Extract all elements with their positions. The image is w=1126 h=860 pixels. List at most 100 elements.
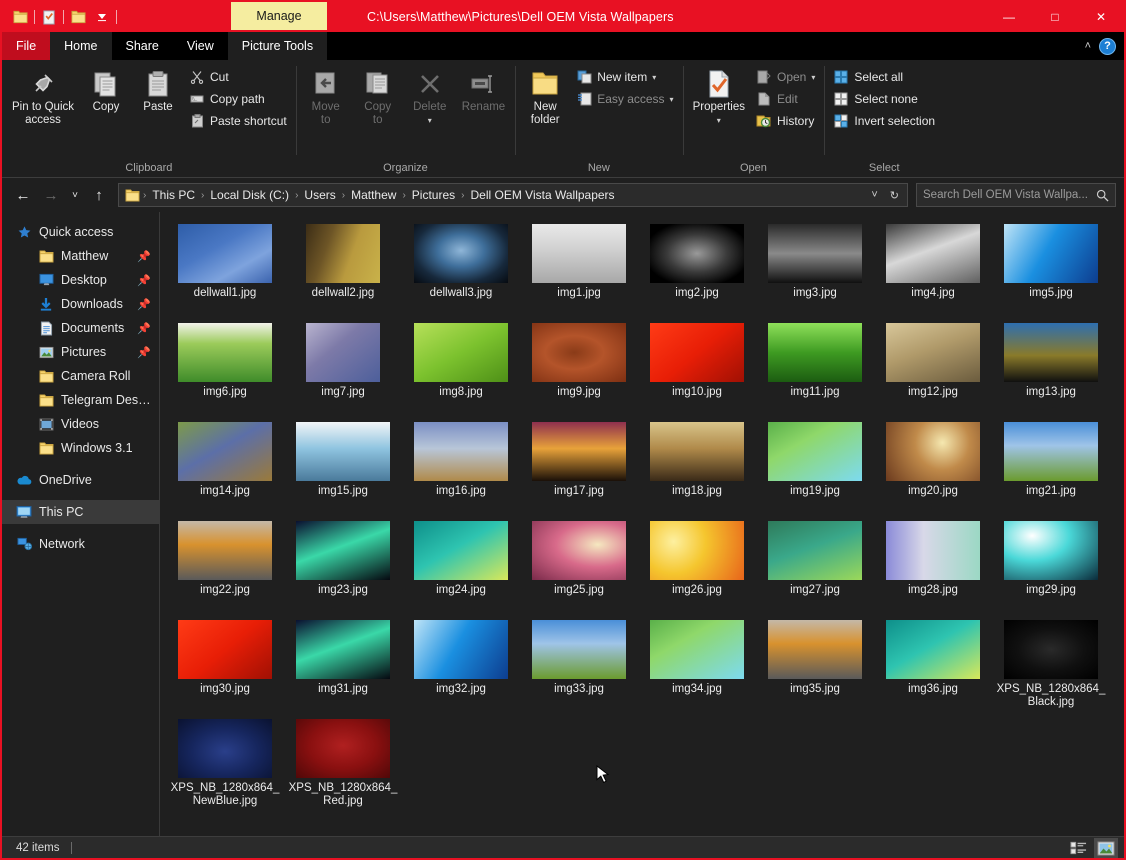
file-thumbnail[interactable] — [532, 620, 626, 679]
breadcrumb-matthew[interactable]: Matthew — [346, 188, 401, 202]
file-item[interactable]: img35.jpg — [756, 616, 874, 715]
breadcrumb-local-disk[interactable]: Local Disk (C:) — [205, 188, 294, 202]
folder-properties-icon[interactable] — [8, 5, 32, 29]
file-thumbnail[interactable] — [414, 521, 508, 580]
file-item[interactable]: img16.jpg — [402, 418, 520, 517]
sidebar-item-windows-3-1[interactable]: Windows 3.1 — [2, 436, 159, 460]
file-thumbnail[interactable] — [414, 323, 508, 382]
file-item[interactable]: img1.jpg — [520, 220, 638, 319]
sidebar-item-matthew[interactable]: Matthew 📌 — [2, 244, 159, 268]
file-thumbnail[interactable] — [178, 719, 272, 778]
file-thumbnail[interactable] — [178, 620, 272, 679]
properties-caret-icon[interactable]: ▾ — [717, 114, 721, 127]
file-thumbnail[interactable] — [532, 323, 626, 382]
pin-icon[interactable]: 📌 — [137, 250, 151, 263]
file-thumbnail[interactable] — [532, 422, 626, 481]
contextual-tab-manage[interactable]: Manage — [231, 2, 327, 30]
file-item[interactable]: img15.jpg — [284, 418, 402, 517]
sidebar-item-desktop[interactable]: Desktop 📌 — [2, 268, 159, 292]
select-none-button[interactable]: Select none — [828, 88, 940, 110]
file-item[interactable]: img10.jpg — [638, 319, 756, 418]
tab-share[interactable]: Share — [112, 32, 173, 60]
breadcrumb[interactable]: › This PC › Local Disk (C:) › Users › Ma… — [118, 183, 908, 207]
pin-to-quick-access-button[interactable]: Pin to Quick access — [6, 64, 80, 130]
new-item-caret-icon[interactable]: ▾ — [652, 73, 656, 82]
file-item[interactable]: img4.jpg — [874, 220, 992, 319]
file-item[interactable]: img33.jpg — [520, 616, 638, 715]
file-item[interactable]: img22.jpg — [166, 517, 284, 616]
chevron-up-icon[interactable]: ˄ — [1085, 40, 1091, 52]
file-item[interactable]: img7.jpg — [284, 319, 402, 418]
new-folder-button[interactable]: New folder — [519, 64, 571, 130]
search-icon[interactable] — [1096, 189, 1109, 202]
sidebar-item-quick-access[interactable]: Quick access — [2, 220, 159, 244]
file-item[interactable]: dellwall2.jpg — [284, 220, 402, 319]
file-thumbnail[interactable] — [886, 323, 980, 382]
file-thumbnail[interactable] — [532, 521, 626, 580]
file-thumbnail[interactable] — [296, 620, 390, 679]
file-item[interactable]: img9.jpg — [520, 319, 638, 418]
pin-icon[interactable]: 📌 — [137, 274, 151, 287]
file-item[interactable]: img18.jpg — [638, 418, 756, 517]
file-item[interactable]: dellwall3.jpg — [402, 220, 520, 319]
help-icon[interactable]: ? — [1099, 37, 1116, 55]
rename-button[interactable]: Rename — [456, 64, 511, 117]
file-item[interactable]: img31.jpg — [284, 616, 402, 715]
file-thumbnail[interactable] — [886, 521, 980, 580]
file-thumbnail[interactable] — [178, 422, 272, 481]
file-thumbnail[interactable] — [650, 620, 744, 679]
history-button[interactable]: History — [751, 110, 820, 132]
file-item[interactable]: img8.jpg — [402, 319, 520, 418]
sidebar-item-camera-roll[interactable]: Camera Roll — [2, 364, 159, 388]
sidebar-item-this-pc[interactable]: This PC — [2, 500, 159, 524]
tab-home[interactable]: Home — [50, 32, 112, 60]
forward-button[interactable]: → — [38, 182, 64, 208]
file-item[interactable]: XPS_NB_1280x864_NewBlue.jpg — [166, 715, 284, 814]
file-item[interactable]: img30.jpg — [166, 616, 284, 715]
delete-button[interactable]: Delete ▾ — [404, 64, 456, 130]
file-item[interactable]: img24.jpg — [402, 517, 520, 616]
file-item[interactable]: dellwall1.jpg — [166, 220, 284, 319]
sidebar-item-documents[interactable]: Documents 📌 — [2, 316, 159, 340]
copy-to-button[interactable]: Copy to — [352, 64, 404, 130]
address-dropdown-icon[interactable]: ˅ — [865, 189, 883, 201]
file-thumbnail[interactable] — [1004, 323, 1098, 382]
file-item[interactable]: img11.jpg — [756, 319, 874, 418]
file-thumbnail[interactable] — [1004, 521, 1098, 580]
breadcrumb-this-pc[interactable]: This PC — [147, 188, 200, 202]
file-thumbnail[interactable] — [650, 422, 744, 481]
back-button[interactable]: ← — [10, 182, 36, 208]
file-item[interactable]: img14.jpg — [166, 418, 284, 517]
file-thumbnail[interactable] — [414, 620, 508, 679]
file-item[interactable]: img20.jpg — [874, 418, 992, 517]
file-item[interactable]: img27.jpg — [756, 517, 874, 616]
file-thumbnail[interactable] — [414, 422, 508, 481]
file-thumbnail[interactable] — [296, 719, 390, 778]
file-item[interactable]: img32.jpg — [402, 616, 520, 715]
paste-shortcut-button[interactable]: Paste shortcut — [184, 110, 292, 132]
file-item[interactable]: img17.jpg — [520, 418, 638, 517]
minimize-button[interactable]: — — [986, 2, 1032, 32]
paste-button[interactable]: Paste — [132, 64, 184, 117]
file-thumbnail[interactable] — [178, 224, 272, 283]
file-item[interactable]: img23.jpg — [284, 517, 402, 616]
open-caret-icon[interactable]: ▾ — [811, 73, 815, 82]
file-item[interactable]: img26.jpg — [638, 517, 756, 616]
file-item[interactable]: img2.jpg — [638, 220, 756, 319]
file-thumbnail[interactable] — [650, 521, 744, 580]
tab-view[interactable]: View — [173, 32, 228, 60]
file-item[interactable]: img21.jpg — [992, 418, 1110, 517]
file-thumbnail[interactable] — [650, 323, 744, 382]
file-thumbnail[interactable] — [768, 620, 862, 679]
pin-icon[interactable]: 📌 — [137, 322, 151, 335]
move-to-button[interactable]: Move to — [300, 64, 352, 130]
file-thumbnail[interactable] — [886, 620, 980, 679]
refresh-icon[interactable]: ↻ — [884, 189, 905, 202]
copy-button[interactable]: Copy — [80, 64, 132, 117]
sidebar-item-telegram-desktop[interactable]: Telegram Desktop — [2, 388, 159, 412]
file-thumbnail[interactable] — [296, 521, 390, 580]
file-thumbnail[interactable] — [306, 224, 380, 283]
thumbnail-view-button[interactable] — [1094, 838, 1118, 858]
file-item[interactable]: XPS_NB_1280x864_Red.jpg — [284, 715, 402, 814]
file-item[interactable]: img28.jpg — [874, 517, 992, 616]
